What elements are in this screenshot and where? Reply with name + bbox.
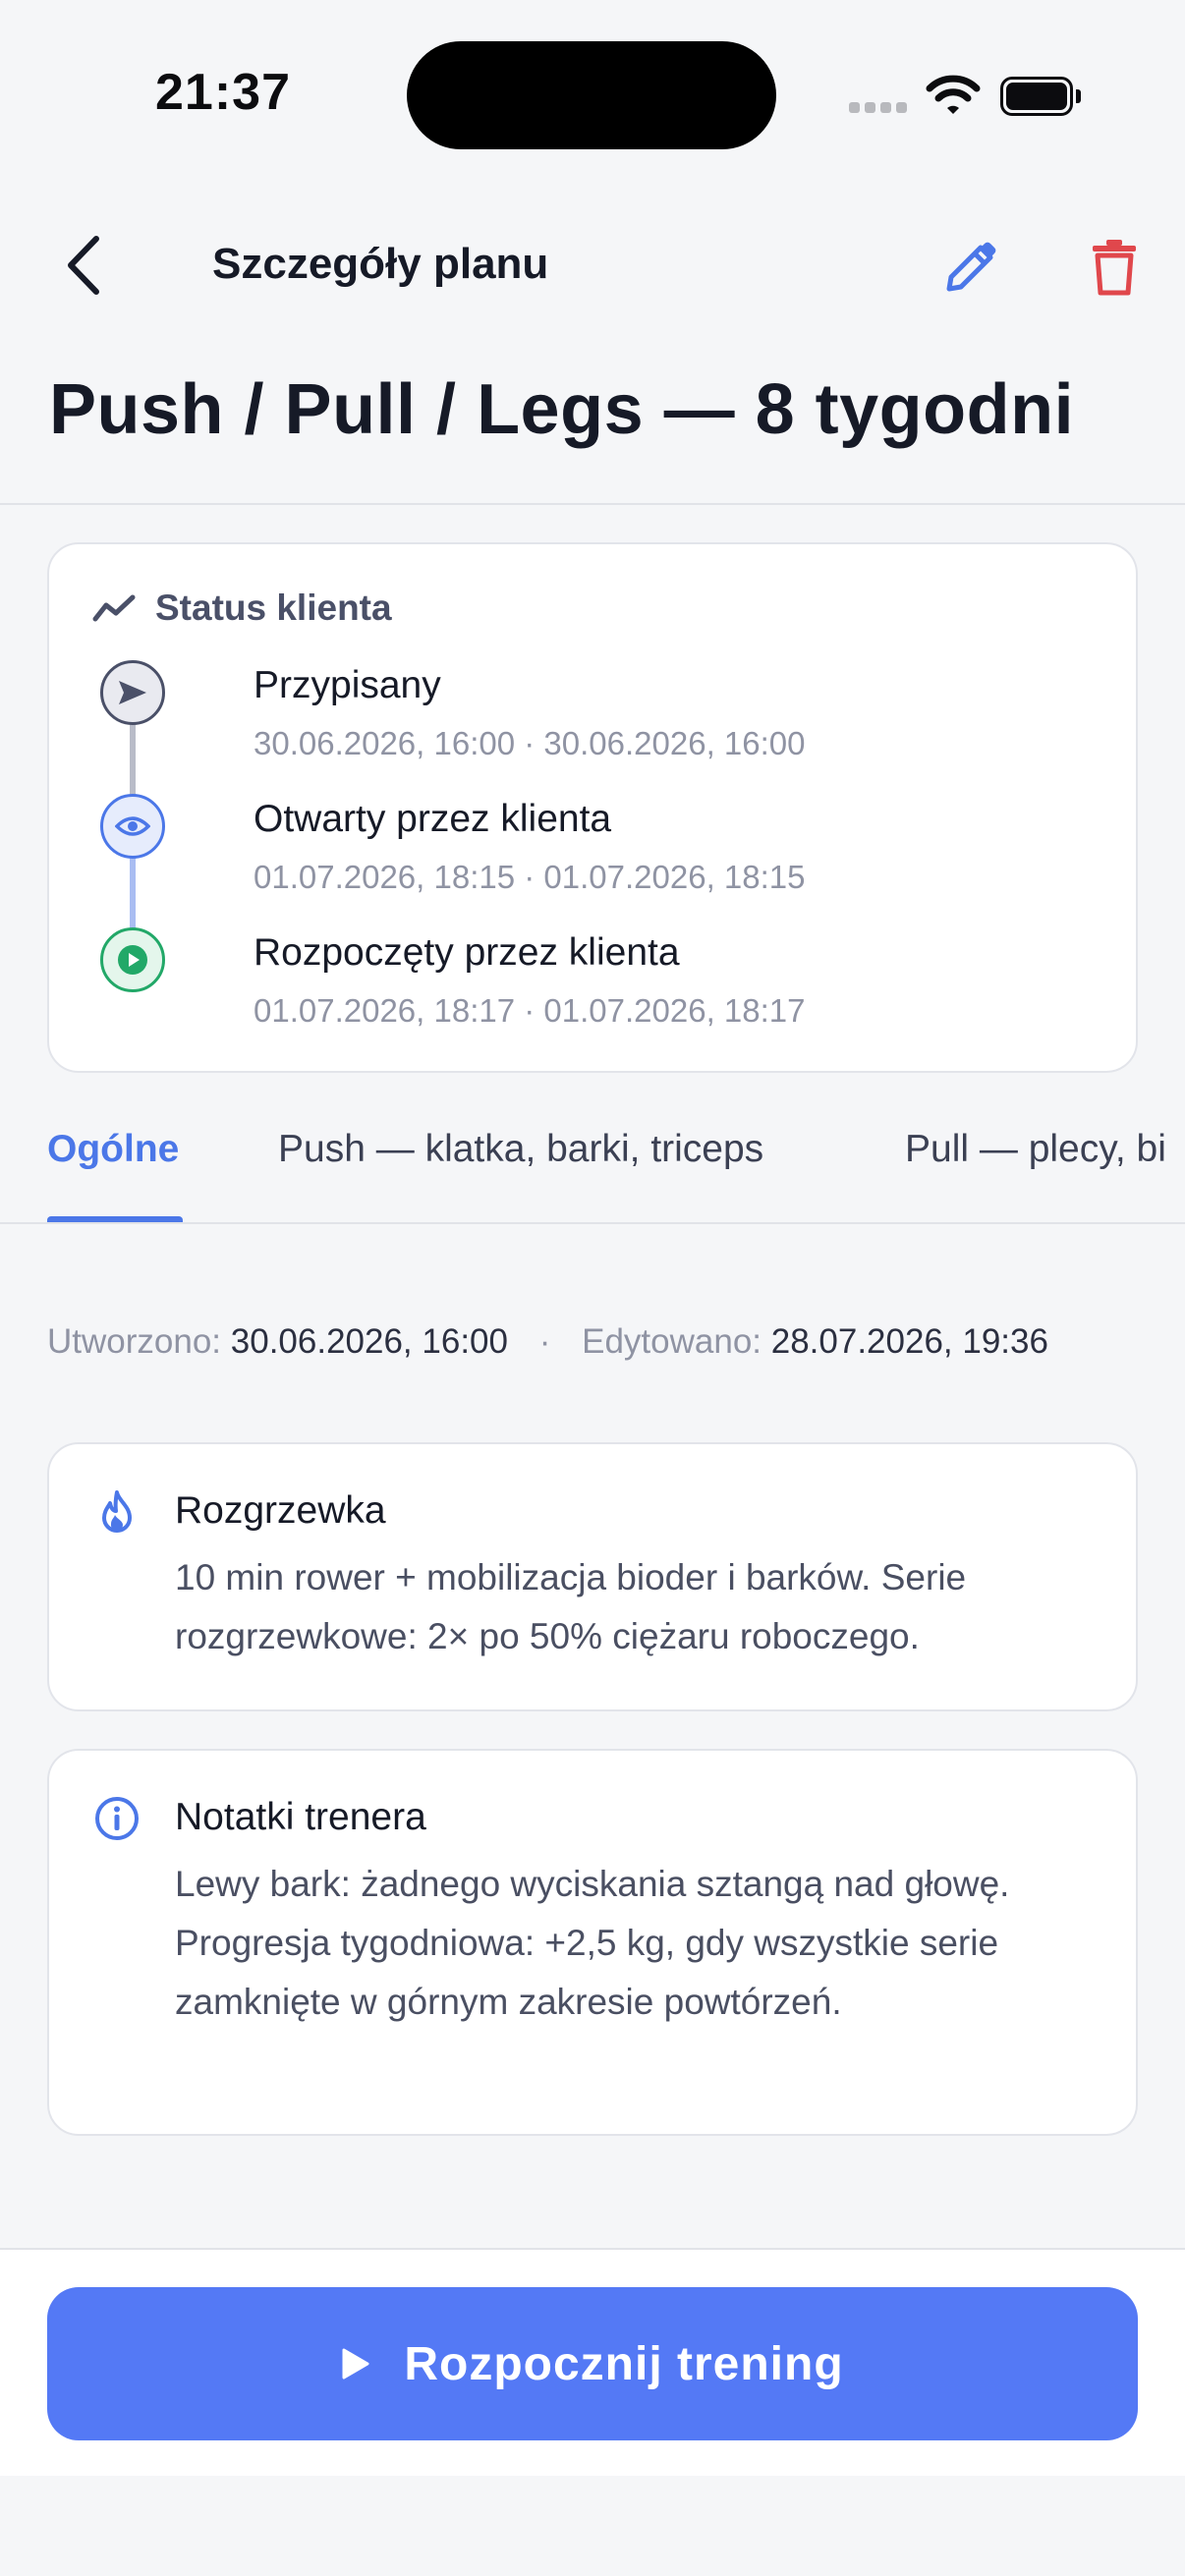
send-icon [100, 660, 165, 725]
warmup-card: Rozgrzewka 10 min rower + mobilizacja bi… [47, 1442, 1138, 1711]
client-status-heading: Status klienta [155, 588, 392, 628]
delete-button[interactable] [1079, 232, 1150, 303]
play-icon [100, 927, 165, 992]
day-tabs: Ogólne Push — klatka, barki, triceps Pul… [0, 1100, 1185, 1224]
status-event-opened: Otwarty przez klienta 01.07.2026, 18:15 … [100, 794, 1083, 902]
plan-details-screen: 21:37 Szczegóły planu Push / Pull / Legs… [0, 0, 1185, 2576]
warmup-text: 10 min rower + mobilizacja bioder i bark… [175, 1557, 967, 1656]
eye-icon [100, 794, 165, 859]
status-event-dates: 01.07.2026, 18:17 · 01.07.2026, 18:17 [254, 992, 806, 1029]
cellular-signal-icon [849, 102, 908, 116]
tab-push[interactable]: Push — klatka, barki, triceps [278, 1128, 763, 1171]
header-divider [0, 503, 1185, 505]
wifi-icon [926, 73, 981, 116]
client-status-card: Status klienta Przypisany 30.06.2026, 16… [47, 542, 1138, 1073]
nav-header: Szczegóły planu [0, 196, 1185, 334]
tab-general[interactable]: Ogólne [47, 1128, 179, 1171]
dynamic-island [407, 41, 776, 149]
flame-icon [92, 1487, 141, 1537]
info-icon [92, 1794, 141, 1843]
tab-pull[interactable]: Pull — plecy, bi [905, 1128, 1166, 1171]
plan-title: Push / Pull / Legs — 8 tygodni [49, 370, 1075, 449]
play-icon [342, 2348, 369, 2380]
trash-icon [1093, 240, 1136, 296]
status-event-title: Rozpoczęty przez klienta [254, 931, 680, 974]
back-button[interactable] [53, 226, 116, 305]
created-value: 30.06.2026, 16:00 [230, 1322, 508, 1361]
start-workout-button[interactable]: Rozpocznij trening [47, 2287, 1138, 2440]
edited-value: 28.07.2026, 19:36 [770, 1322, 1048, 1361]
status-event-dates: 01.07.2026, 18:15 · 01.07.2026, 18:15 [254, 859, 806, 895]
coach-notes-title: Notatki trenera [175, 1796, 426, 1838]
edited-label: Edytowano: [582, 1322, 762, 1361]
status-event-assigned: Przypisany 30.06.2026, 16:00 · 30.06.202… [100, 660, 1083, 768]
status-event-started: Rozpoczęty przez klienta 01.07.2026, 18:… [100, 927, 1083, 1036]
created-label: Utworzono: [47, 1322, 222, 1361]
meta-separator: · [538, 1322, 551, 1361]
coach-notes-card: Notatki trenera Lewy bark: żadnego wycis… [47, 1749, 1138, 2136]
pencil-icon [946, 242, 996, 292]
trend-icon [92, 594, 136, 622]
client-status-header: Status klienta [92, 584, 392, 633]
warmup-title: Rozgrzewka [175, 1489, 386, 1532]
plan-timestamps: Utworzono: 30.06.2026, 16:00 · Edytowano… [47, 1322, 1048, 1362]
status-event-title: Otwarty przez klienta [254, 798, 612, 840]
nav-title: Szczegóły planu [212, 240, 549, 288]
edit-button[interactable] [935, 232, 1006, 303]
status-event-title: Przypisany [254, 664, 441, 706]
battery-icon [1000, 77, 1081, 116]
status-time: 21:37 [155, 64, 291, 121]
start-workout-label: Rozpocznij trening [404, 2337, 844, 2390]
coach-notes-text: Lewy bark: żadnego wyciskania sztangą na… [175, 1864, 1010, 2022]
status-bar: 21:37 [0, 0, 1185, 187]
tabs-divider [0, 1222, 1185, 1224]
chevron-left-icon [68, 236, 99, 295]
status-event-dates: 30.06.2026, 16:00 · 30.06.2026, 16:00 [254, 725, 806, 761]
